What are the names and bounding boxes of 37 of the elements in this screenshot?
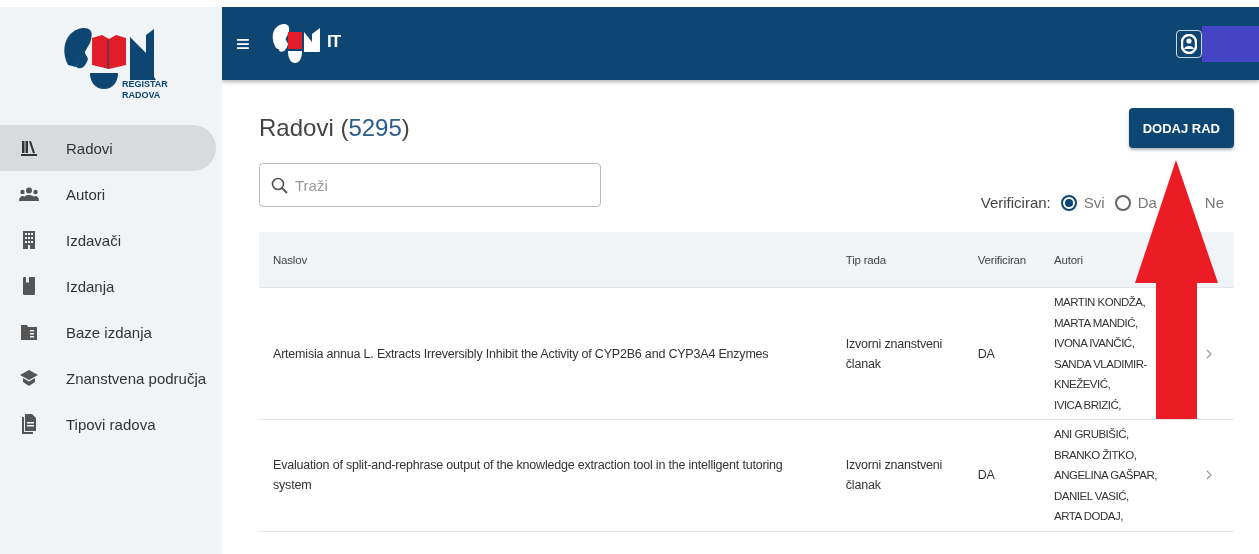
table-cell: Artemisia annua L. Extracts Irreversibly Inhibit the Activity of CYP2B6 and CYP3A4 Enzymes [259,287,832,420]
radio-label: Da [1137,194,1157,211]
logo-text: RADOVA [122,90,162,101]
logo-text: IT [327,32,341,50]
page-title: Radovi (5295) [259,114,410,142]
author-name: MARTA MANDIĆ, [1054,315,1139,331]
column-header: Naslov [259,232,832,288]
filter-label: Verificiran: [980,194,1051,211]
table-cell: Izvorni znanstveni članak [831,419,964,531]
author-name: ANI GRUBIŠIĆ, [1054,427,1130,442]
table-cell: DA [963,287,1040,420]
add-button[interactable]: DODAJ RAD [1128,108,1234,148]
author-name: BRANKO ŽITKO, [1054,447,1138,463]
column-header: Tip rada [831,232,964,288]
sidebar-item[interactable]: Autori [0,171,216,217]
table-cell: Izvorni znanstveni članak [831,287,964,420]
author-name: ANGELINA GAŠPAR, [1054,468,1158,483]
sidebar-item[interactable]: Radovi [0,125,216,171]
column-header: Verificiran [963,232,1040,288]
search-field[interactable]: Traži [259,163,601,207]
author-name: SANDA VLADIMIR-KNEŽEVIĆ, [1054,356,1148,392]
menu-button[interactable]: ≡ [236,31,250,56]
radio-label: Ne [1204,194,1224,211]
author-name: ARTA DODAJ, [1054,509,1124,524]
sidebar-item[interactable]: Baze izdanja [0,309,216,355]
logo-text: REGISTAR [122,79,168,90]
author-name: DANIEL VASIĆ, [1054,488,1130,504]
sidebar-item[interactable]: Izdavači [0,217,216,263]
radio-label: Svi [1083,194,1105,211]
table-cell: DA [963,419,1040,531]
author-name: IVICA BRIZIĆ, [1054,397,1122,413]
sidebar-item[interactable]: Izdanja [0,263,216,309]
table-cell: Evaluation of split-and-rephrase output of the knowledge extraction tool in the intelligent tutoring system [259,419,832,531]
author-name: IVONA IVANČIĆ, [1054,336,1136,351]
sidebar-item[interactable]: Znanstvena područja [0,355,216,401]
author-name: MARTIN KONDŽA, [1054,295,1147,310]
sidebar-item[interactable]: Tipovi radova [0,401,216,447]
